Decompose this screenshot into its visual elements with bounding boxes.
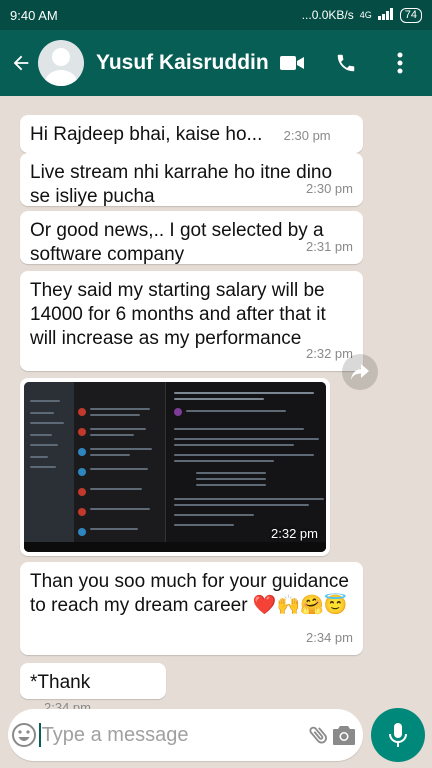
battery-icon: 74 bbox=[399, 7, 422, 23]
chat-header: Yusuf Kaisruddin... bbox=[0, 30, 432, 96]
mic-icon bbox=[389, 723, 407, 747]
message-time: 2:34 pm bbox=[306, 630, 353, 645]
message-text: *Thank bbox=[30, 672, 91, 693]
avatar[interactable] bbox=[38, 40, 84, 86]
text-cursor bbox=[39, 723, 41, 747]
message-bubble[interactable]: Or good news,.. I got selected by a soft… bbox=[20, 211, 363, 265]
message-input[interactable] bbox=[41, 715, 307, 755]
attach-icon[interactable] bbox=[307, 723, 332, 747]
message-time: 2:30 pm bbox=[283, 128, 331, 143]
forward-icon[interactable] bbox=[342, 354, 378, 390]
message-time: 2:31 pm bbox=[306, 239, 353, 254]
message-text: They said my starting salary will be 140… bbox=[30, 280, 326, 349]
more-options-icon[interactable] bbox=[376, 39, 424, 87]
signal-icon bbox=[377, 7, 394, 23]
network-speed: ...0.0KB/s bbox=[301, 8, 354, 22]
video-call-icon[interactable] bbox=[268, 39, 316, 87]
contact-name[interactable]: Yusuf Kaisruddin... bbox=[96, 51, 268, 75]
message-composer bbox=[8, 709, 363, 761]
screenshot-inbox-list bbox=[74, 382, 166, 552]
message-bubble[interactable]: Live stream nhi karrahe ho itne dino se … bbox=[20, 153, 363, 207]
phone-icon[interactable] bbox=[322, 39, 370, 87]
status-indicators: ...0.0KB/s 4G 74 bbox=[301, 7, 422, 23]
camera-icon[interactable] bbox=[332, 724, 357, 746]
message-bubble[interactable]: Than you soo much for your guidance to r… bbox=[20, 562, 363, 655]
message-bubble[interactable]: They said my starting salary will be 140… bbox=[20, 271, 363, 371]
message-text: Live stream nhi karrahe ho itne dino se … bbox=[30, 162, 333, 207]
shared-screenshot-image[interactable]: 2:32 pm bbox=[24, 382, 326, 552]
mic-button[interactable] bbox=[371, 708, 425, 762]
message-time: 2:30 pm bbox=[306, 181, 353, 196]
status-bar: 9:40 AM ...0.0KB/s 4G 74 bbox=[0, 0, 432, 30]
back-arrow-icon[interactable] bbox=[4, 30, 38, 96]
message-text: Hi Rajdeep bhai, kaise ho... bbox=[30, 124, 263, 145]
message-time: 2:32 pm bbox=[271, 526, 318, 541]
message-bubble[interactable]: Hi Rajdeep bhai, kaise ho... 2:30 pm bbox=[20, 115, 363, 153]
message-bubble[interactable]: *Thank 2:34 pm bbox=[20, 663, 166, 715]
emoji-icon[interactable] bbox=[8, 722, 39, 748]
chat-area[interactable]: Hi Rajdeep bhai, kaise ho... 2:30 pm Liv… bbox=[0, 96, 432, 715]
image-message[interactable]: 2:32 pm bbox=[20, 378, 330, 556]
message-text: Than you soo much for your guidance to r… bbox=[30, 571, 349, 616]
composer-bar bbox=[0, 700, 432, 768]
screenshot-sidebar bbox=[24, 382, 74, 552]
status-time: 9:40 AM bbox=[10, 7, 58, 23]
network-type: 4G bbox=[359, 10, 372, 20]
message-text: Or good news,.. I got selected by a soft… bbox=[30, 220, 324, 265]
